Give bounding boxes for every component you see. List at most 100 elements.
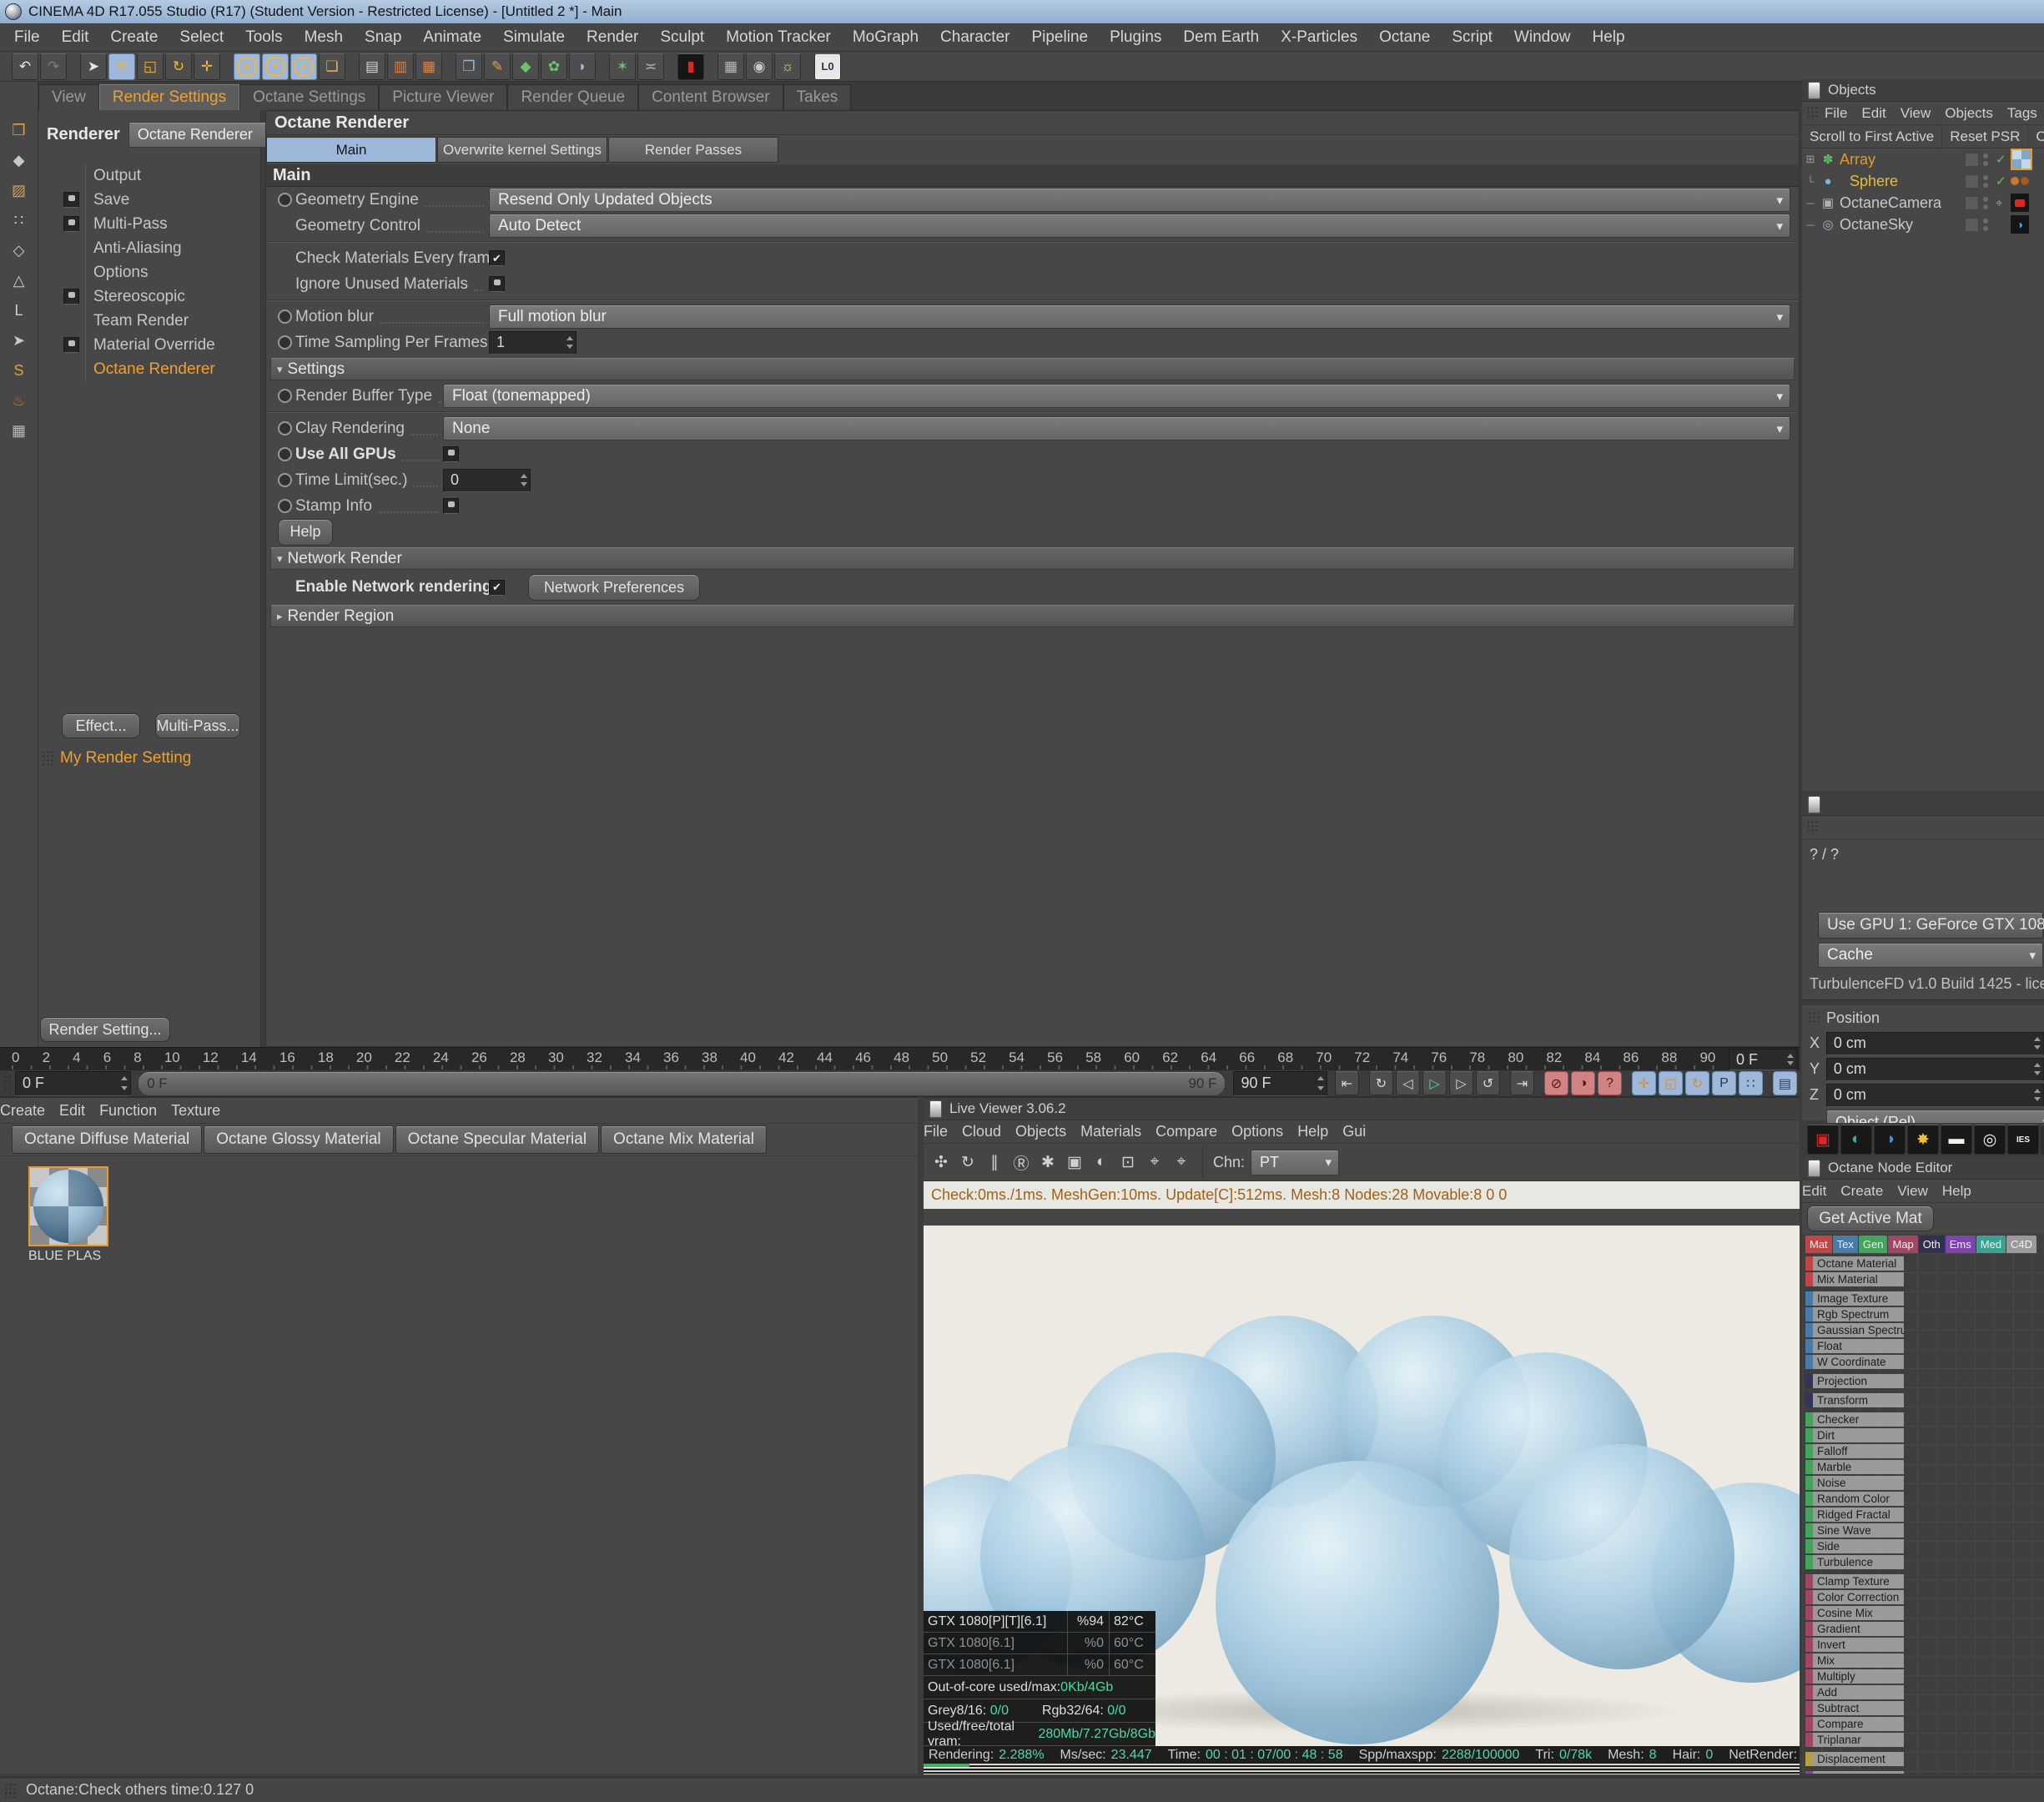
node-category-tab[interactable]: Gen: [1859, 1236, 1888, 1253]
node-list-item[interactable]: Multiply: [1805, 1669, 1904, 1684]
settings-gear-icon[interactable]: ✱: [1035, 1150, 1060, 1175]
pick-focus-icon[interactable]: ⌖: [1142, 1150, 1167, 1175]
panel-grip[interactable]: [1808, 1011, 1820, 1025]
panel-grip[interactable]: [3, 1075, 12, 1093]
spinner-arrows[interactable]: [1785, 1049, 1796, 1070]
visibility-dots[interactable]: [1983, 175, 1991, 188]
menu-item[interactable]: Animate: [412, 23, 492, 51]
enabled-check-icon[interactable]: ✓: [1996, 152, 2011, 167]
texture-mode-icon[interactable]: ▨: [5, 177, 33, 204]
panel-grip[interactable]: [4, 1783, 18, 1798]
get-active-mat-button[interactable]: Get Active Mat: [1807, 1206, 1934, 1231]
objects-menu-view[interactable]: View: [1901, 105, 1931, 122]
octane-ies-light-button[interactable]: IES: [2007, 1125, 2039, 1155]
octane-live-icon[interactable]: ▮: [677, 53, 704, 80]
layer-chip[interactable]: [1965, 196, 1979, 210]
render-settings-nav-item[interactable]: Stereoscopic: [38, 284, 260, 309]
live-selection-icon[interactable]: ➤: [80, 53, 107, 80]
spinner-arrows[interactable]: [565, 332, 576, 354]
deformer-icon[interactable]: ◗: [569, 53, 596, 80]
node-editor-menu-item[interactable]: Edit: [1802, 1183, 1826, 1200]
scale-tool-icon[interactable]: ◱: [137, 53, 164, 80]
menu-item[interactable]: X-Particles: [1270, 23, 1368, 51]
layer-chip[interactable]: [1965, 153, 1979, 167]
light-icon[interactable]: ☼: [774, 53, 801, 80]
render-view[interactable]: GTX 1080[P][T][6.1]%9482°C GTX 1080[6.1]…: [924, 1226, 1800, 1746]
live-viewer-menu-item[interactable]: Compare: [1155, 1123, 1217, 1140]
menu-item[interactable]: Sculpt: [649, 23, 715, 51]
objects-toolbar-button[interactable]: C: [2028, 125, 2044, 148]
menu-item[interactable]: Pipeline: [1020, 23, 1099, 51]
octane-tab[interactable]: Overwrite kernel Settings: [437, 137, 607, 163]
record-objects-button[interactable]: ◑: [1571, 1071, 1595, 1095]
render-preset-name[interactable]: My Render Setting: [60, 749, 191, 768]
tree-row-octanesky[interactable]: ─ ◎ OctaneSky ◑: [1802, 214, 2044, 235]
visibility-dots[interactable]: [1983, 219, 1991, 231]
render-region-section-bar[interactable]: Render Region: [270, 605, 1795, 627]
node-list-item[interactable]: Gradient: [1805, 1622, 1904, 1636]
spinner-arrows[interactable]: [2032, 1033, 2043, 1055]
layout-tab[interactable]: Octane Settings: [239, 84, 379, 110]
time-sampling-spinner[interactable]: 1: [489, 331, 576, 355]
edges-mode-icon[interactable]: ◇: [5, 237, 33, 264]
cycle-button[interactable]: ↻: [1369, 1071, 1393, 1095]
nav-checkbox[interactable]: [63, 192, 79, 208]
record-button[interactable]: ⊘: [1544, 1071, 1568, 1095]
repeat-button[interactable]: ↺: [1476, 1071, 1500, 1095]
next-frame-button[interactable]: ▷: [1449, 1071, 1473, 1095]
y-axis-lock-icon[interactable]: Y: [262, 53, 289, 80]
polygons-mode-icon[interactable]: △: [5, 267, 33, 294]
render-settings-icon[interactable]: ▦: [415, 53, 442, 80]
move-tool-icon[interactable]: ✛: [108, 53, 135, 80]
help-button[interactable]: Help: [278, 519, 333, 546]
objects-menu-objects[interactable]: Objects: [1945, 105, 1993, 122]
render-settings-nav-item[interactable]: Octane Renderer: [38, 357, 260, 381]
octane-target-light-button[interactable]: ◎: [1974, 1125, 2006, 1155]
objects-menu-file[interactable]: File: [1825, 105, 1847, 122]
menu-item[interactable]: Octane: [1368, 23, 1441, 51]
pause-icon[interactable]: ∥: [982, 1150, 1007, 1175]
octane-daylight-button[interactable]: ✸: [1907, 1125, 1939, 1155]
multipass-button[interactable]: Multi-Pass...: [155, 713, 240, 738]
octane-tab[interactable]: Main: [266, 137, 436, 163]
timeline-ruler[interactable]: 0246810121416182022242628303234363840424…: [0, 1047, 1800, 1070]
points-mode-icon[interactable]: ∷: [5, 207, 33, 234]
material-create-button[interactable]: Octane Specular Material: [395, 1125, 599, 1154]
node-list-item[interactable]: Gaussian Spectrum: [1805, 1323, 1904, 1337]
menu-item[interactable]: Help: [1582, 23, 1636, 51]
objects-menu-tags[interactable]: Tags: [2007, 105, 2037, 122]
geometry-control-dropdown[interactable]: Auto Detect: [489, 214, 1790, 238]
timeline-mode-button[interactable]: ▤: [1773, 1071, 1797, 1095]
key-rotation-button[interactable]: ↻: [1685, 1071, 1709, 1095]
material-menu-item[interactable]: Create: [0, 1102, 45, 1120]
node-list-item[interactable]: Octane Material: [1805, 1256, 1904, 1271]
live-viewer-menu-item[interactable]: Cloud: [962, 1123, 1001, 1140]
menu-item[interactable]: Create: [99, 23, 169, 51]
live-viewer-title-bar[interactable]: Live Viewer 3.06.2: [924, 1098, 1800, 1120]
spinner-arrows[interactable]: [2032, 1085, 2043, 1106]
material-name[interactable]: BLUE PLAS: [28, 1249, 108, 1264]
spinner-arrows[interactable]: [2032, 1059, 2043, 1080]
objects-toolbar-button[interactable]: Reset PSR: [1942, 125, 2028, 148]
octane-camera-button[interactable]: ▣: [1807, 1125, 1839, 1155]
node-list-item[interactable]: Mix Material: [1805, 1272, 1904, 1286]
node-list-item[interactable]: Checker: [1805, 1412, 1904, 1427]
live-viewer-menu-item[interactable]: File: [924, 1123, 948, 1140]
live-viewer-menu-item[interactable]: Materials: [1080, 1123, 1141, 1140]
menu-item[interactable]: File: [3, 23, 51, 51]
expand-icon[interactable]: ⊞: [1802, 153, 1819, 166]
motion-blur-dropdown[interactable]: Full motion blur: [489, 305, 1790, 329]
preview-ball-icon[interactable]: ◐: [1089, 1150, 1114, 1175]
node-category-tab[interactable]: Mat: [1805, 1236, 1832, 1253]
spinner-arrows[interactable]: [519, 470, 530, 491]
node-editor-title-bar[interactable]: Octane Node Editor: [1802, 1157, 2044, 1180]
timeline-range-slider[interactable]: 0 F 90 F: [138, 1071, 1226, 1096]
viewport-select-icon[interactable]: ➤: [5, 327, 33, 354]
primitive-cube-icon[interactable]: ❒: [456, 53, 482, 80]
node-list-item[interactable]: Add: [1805, 1685, 1904, 1699]
spinner-arrows[interactable]: [1316, 1072, 1327, 1095]
node-category-tab[interactable]: Ems: [1946, 1236, 1976, 1253]
render-settings-nav-item[interactable]: Material Override: [38, 333, 260, 357]
node-list-item[interactable]: Mix: [1805, 1654, 1904, 1668]
menu-item[interactable]: Dem Earth: [1172, 23, 1270, 51]
